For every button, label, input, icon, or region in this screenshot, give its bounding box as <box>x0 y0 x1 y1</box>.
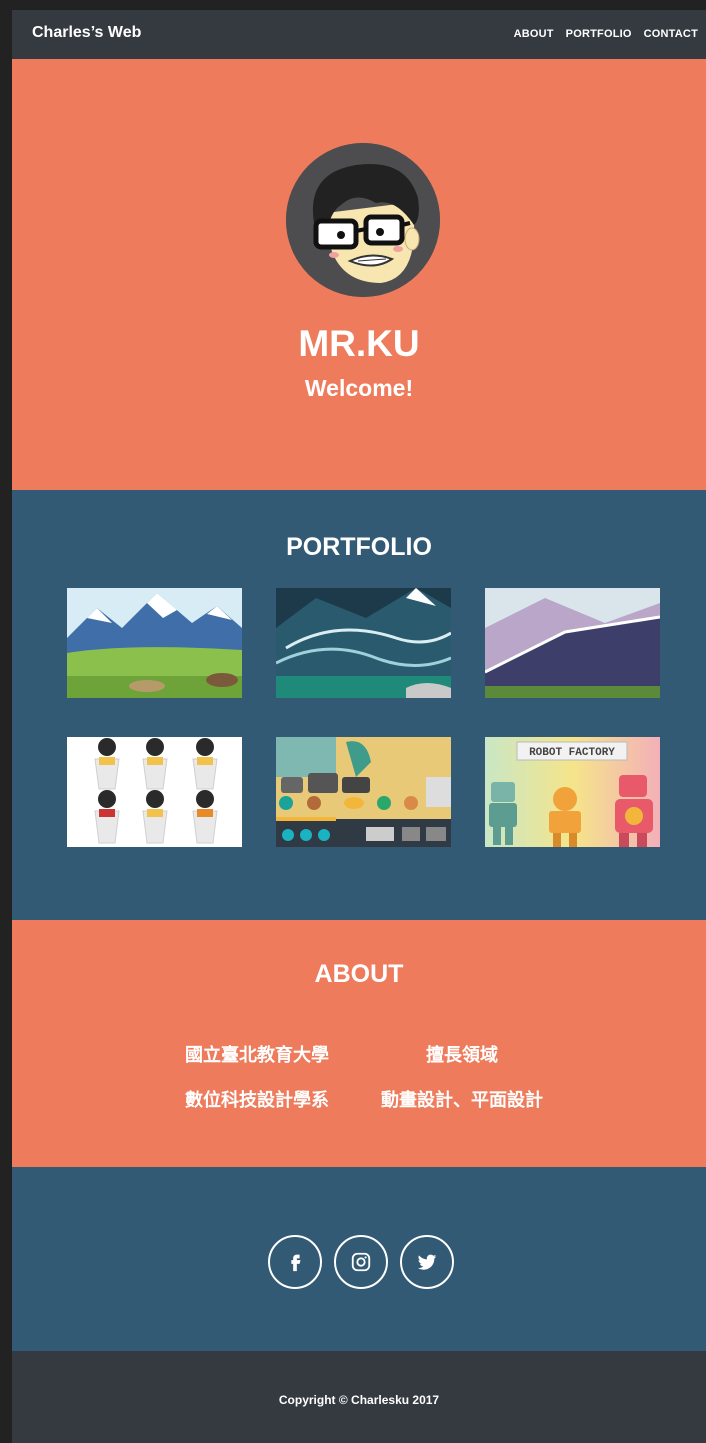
social-section <box>12 1167 706 1351</box>
hero-greeting: Welcome! <box>304 375 414 401</box>
dark-mountain-illustration <box>276 588 451 698</box>
robot-factory-illustration: ROBOT FACTORY <box>485 737 660 847</box>
avatar-illustration <box>286 143 440 297</box>
nav-links: ABOUT PORTFOLIO CONTACT <box>514 28 698 40</box>
portfolio-item-robot-factory[interactable]: ROBOT FACTORY <box>485 737 660 847</box>
portfolio-section: PORTFOLIO ROBOT FACTORY <box>12 490 706 920</box>
robot-factory-caption: ROBOT FACTORY <box>529 747 615 759</box>
about-section: ABOUT 國立臺北教育大學 數位科技設計學系 擅長領域 動畫設計、平面設計 <box>12 920 706 1167</box>
portfolio-item-game-interface[interactable] <box>276 737 451 847</box>
nav-link-about[interactable]: ABOUT <box>514 28 554 40</box>
portfolio-title: PORTFOLIO <box>286 533 432 561</box>
nav-link-portfolio[interactable]: PORTFOLIO <box>566 28 632 40</box>
about-title: ABOUT <box>314 960 404 988</box>
portfolio-item-dark-mountain[interactable] <box>276 588 451 698</box>
about-school: 國立臺北教育大學 <box>185 1045 329 1065</box>
portfolio-item-mountain-meadow[interactable] <box>67 588 242 698</box>
avatar <box>286 143 440 297</box>
about-skills-heading: 擅長領域 <box>426 1045 498 1065</box>
cartoon-characters-cups <box>67 737 242 847</box>
instagram-button[interactable] <box>334 1235 388 1289</box>
navbar: Charles’s Web ABOUT PORTFOLIO CONTACT <box>12 10 706 59</box>
portfolio-item-cartoon-characters[interactable] <box>67 737 242 847</box>
footer: Copyright © Charlesku 2017 <box>12 1351 706 1443</box>
about-department: 數位科技設計學系 <box>185 1090 329 1110</box>
purple-hills-illustration <box>485 588 660 698</box>
instagram-icon <box>351 1252 371 1272</box>
about-skills: 擅長領域 動畫設計、平面設計 <box>362 1033 562 1123</box>
facebook-button[interactable] <box>268 1235 322 1289</box>
nav-link-contact[interactable]: CONTACT <box>644 28 698 40</box>
game-interface-illustration <box>276 737 451 847</box>
mountain-meadow-illustration <box>67 588 242 698</box>
copyright-text: Copyright © Charlesku 2017 <box>278 1393 440 1407</box>
brand-link[interactable]: Charles’s Web <box>32 24 141 42</box>
facebook-icon <box>291 1254 301 1272</box>
hero-section: MR.KU Welcome! <box>12 59 706 490</box>
twitter-button[interactable] <box>400 1235 454 1289</box>
twitter-icon <box>417 1254 437 1270</box>
about-education: 國立臺北教育大學 數位科技設計學系 <box>162 1033 352 1123</box>
page: Charles’s Web ABOUT PORTFOLIO CONTACT MR… <box>12 10 706 1443</box>
about-skills-list: 動畫設計、平面設計 <box>381 1090 543 1110</box>
hero-name: MR.KU <box>298 323 420 364</box>
portfolio-item-purple-hills[interactable] <box>485 588 660 698</box>
